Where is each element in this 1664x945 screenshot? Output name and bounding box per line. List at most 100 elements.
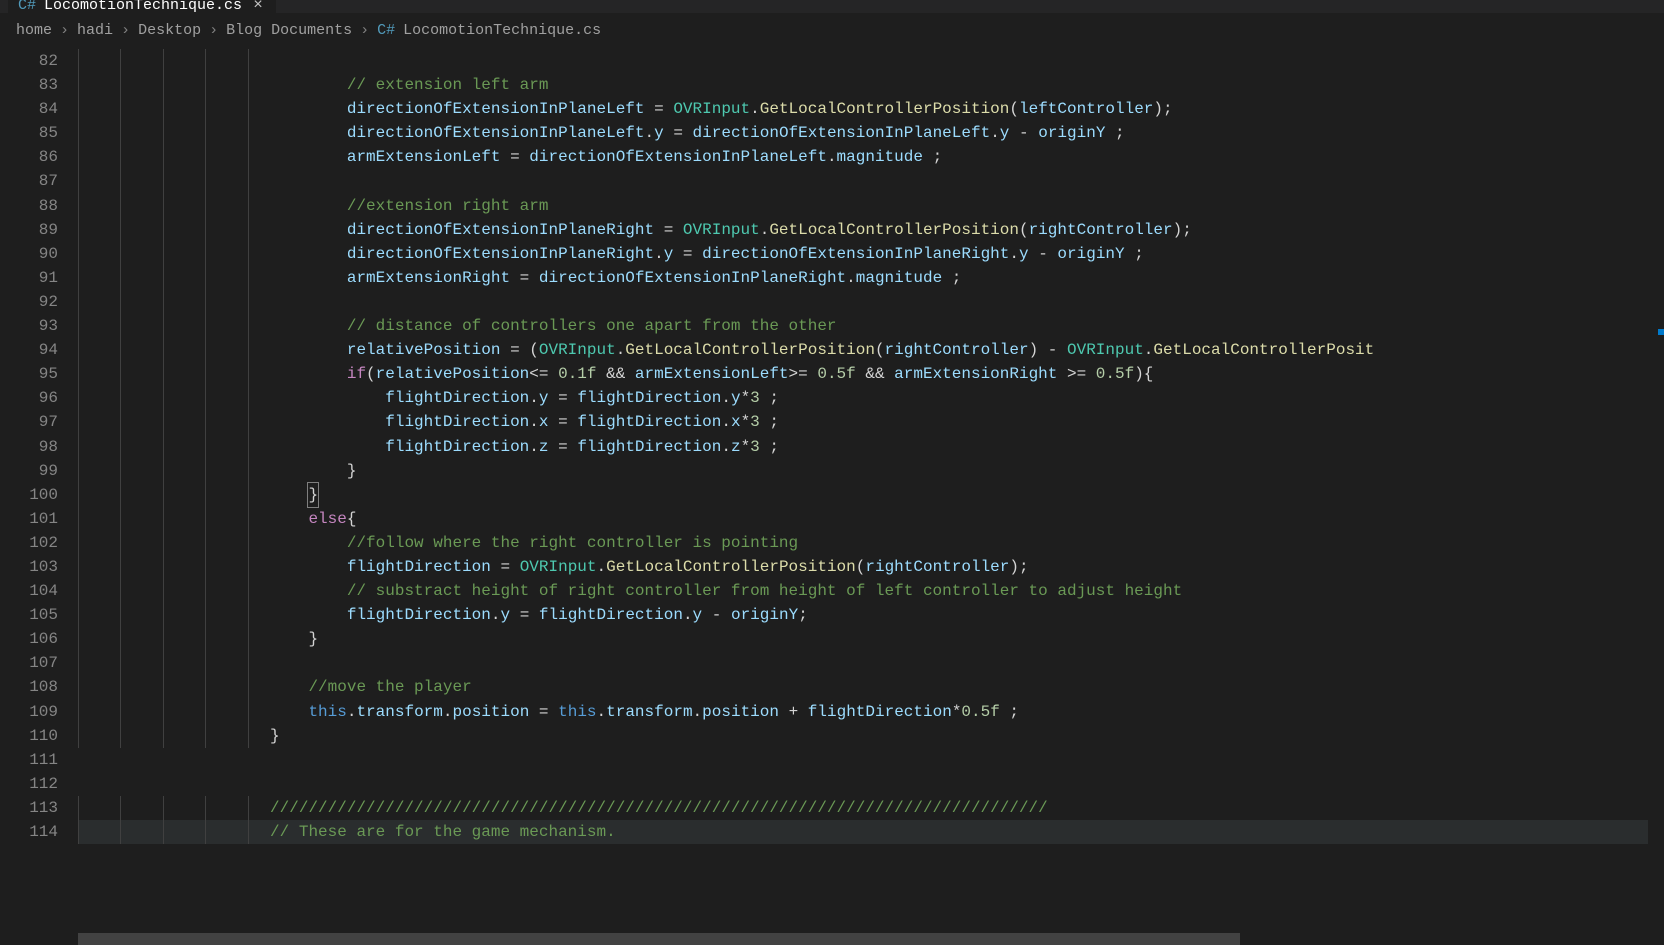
code-line[interactable] [78,290,1648,314]
code-token: armExtensionLeft [347,148,501,166]
indent-guide [205,49,206,73]
code-line[interactable]: armExtensionRight = directionOfExtension… [78,266,1648,290]
code-line[interactable]: // distance of controllers one apart fro… [78,314,1648,338]
code-token: armExtensionRight [347,269,510,287]
breadcrumb-item[interactable]: home [16,22,52,39]
code-line[interactable]: //extension right arm [78,194,1648,218]
indent-guide [248,603,249,627]
indent-guide [163,410,164,434]
code-line[interactable]: directionOfExtensionInPlaneRight = OVRIn… [78,218,1648,242]
indent-guide [120,627,121,651]
indent-guide [120,338,121,362]
minimap[interactable] [1648,49,1664,945]
indent-guide [120,97,121,121]
chevron-right-icon: › [60,22,69,39]
code-token: else [308,510,346,528]
indent-guide [248,555,249,579]
code-token: = [664,124,693,142]
indent-guide [205,651,206,675]
code-token: GetLocalControllerPosition [769,221,1019,239]
code-token: flightDirection [385,413,529,431]
code-token: 3 [750,438,760,456]
code-line[interactable]: } [78,724,1648,748]
horizontal-scrollbar-thumb[interactable] [78,933,1240,945]
code-token: = [549,413,578,431]
editor[interactable]: 8283848586878889909192939495969798991001… [0,49,1664,945]
indent-guide [205,796,206,820]
indent-guide [120,435,121,459]
code-line[interactable]: flightDirection.y = flightDirection.y*3 … [78,386,1648,410]
indent-guide [163,627,164,651]
code-token: armExtensionLeft [635,365,789,383]
code-token: && [856,365,894,383]
code-line[interactable]: } [78,483,1648,507]
code-token: 0.5f [817,365,855,383]
indent-guide [78,290,79,314]
code-line[interactable]: // These are for the game mechanism. [78,820,1648,844]
code-line[interactable] [78,651,1648,675]
code-token: . [529,389,539,407]
line-number: 83 [10,73,58,97]
line-number: 88 [10,194,58,218]
indent-guide [163,651,164,675]
close-tab-icon[interactable]: × [250,0,266,13]
code-area[interactable]: // extension left arm directionOfExtensi… [78,49,1648,945]
indent-guide [78,121,79,145]
code-token: = [510,269,539,287]
code-line[interactable]: //follow where the right controller is p… [78,531,1648,555]
code-line[interactable]: relativePosition = (OVRInput.GetLocalCon… [78,338,1648,362]
code-line[interactable] [78,772,1648,796]
code-line[interactable]: } [78,627,1648,651]
code-line[interactable]: if(relativePosition<= 0.1f && armExtensi… [78,362,1648,386]
breadcrumb-item[interactable]: Blog Documents [226,22,352,39]
indent-guide [205,459,206,483]
indent-guide [248,820,249,844]
code-line[interactable]: //move the player [78,675,1648,699]
indent-guide [205,531,206,555]
code-line[interactable]: flightDirection = OVRInput.GetLocalContr… [78,555,1648,579]
code-token: armExtensionRight [894,365,1057,383]
indent-guide [248,627,249,651]
code-token: . [616,341,626,359]
code-token: ; [1105,124,1124,142]
code-line[interactable]: } [78,459,1648,483]
indent-guide [78,651,79,675]
code-line[interactable]: // extension left arm [78,73,1648,97]
breadcrumb-item[interactable]: hadi [77,22,113,39]
code-line[interactable]: ////////////////////////////////////////… [78,796,1648,820]
code-line[interactable]: directionOfExtensionInPlaneLeft.y = dire… [78,121,1648,145]
indent-guide [205,603,206,627]
line-number: 113 [10,796,58,820]
code-line[interactable]: else{ [78,507,1648,531]
code-line[interactable]: this.transform.position = this.transform… [78,700,1648,724]
code-token: relativePosition [347,341,501,359]
indent-guide [78,410,79,434]
code-token: directionOfExtensionInPlaneRight [702,245,1009,263]
breadcrumb-filename[interactable]: LocomotionTechnique.cs [403,22,601,39]
code-token: <= [529,365,558,383]
code-token: = ( [500,341,538,359]
indent-guide [248,194,249,218]
code-line[interactable]: directionOfExtensionInPlaneRight.y = dir… [78,242,1648,266]
code-token: // substract height of right controller … [347,582,1182,600]
code-line[interactable]: flightDirection.y = flightDirection.y - … [78,603,1648,627]
chevron-right-icon: › [360,22,369,39]
breadcrumb-item[interactable]: Desktop [138,22,201,39]
editor-tab[interactable]: C# LocomotionTechnique.cs × [8,0,276,13]
code-line[interactable]: directionOfExtensionInPlaneLeft = OVRInp… [78,97,1648,121]
code-line[interactable] [78,169,1648,193]
code-line[interactable] [78,49,1648,73]
code-line[interactable]: flightDirection.x = flightDirection.x*3 … [78,410,1648,434]
line-number: 104 [10,579,58,603]
horizontal-scrollbar[interactable] [78,933,1648,945]
csharp-file-icon: C# [377,22,395,39]
code-line[interactable]: armExtensionLeft = directionOfExtensionI… [78,145,1648,169]
line-number: 100 [10,483,58,507]
code-line[interactable]: // substract height of right controller … [78,579,1648,603]
code-token: y [731,389,741,407]
code-token: && [597,365,635,383]
code-line[interactable] [78,748,1648,772]
breadcrumb: home › hadi › Desktop › Blog Documents ›… [0,13,1664,49]
indent-guide [248,73,249,97]
code-line[interactable]: flightDirection.z = flightDirection.z*3 … [78,435,1648,459]
